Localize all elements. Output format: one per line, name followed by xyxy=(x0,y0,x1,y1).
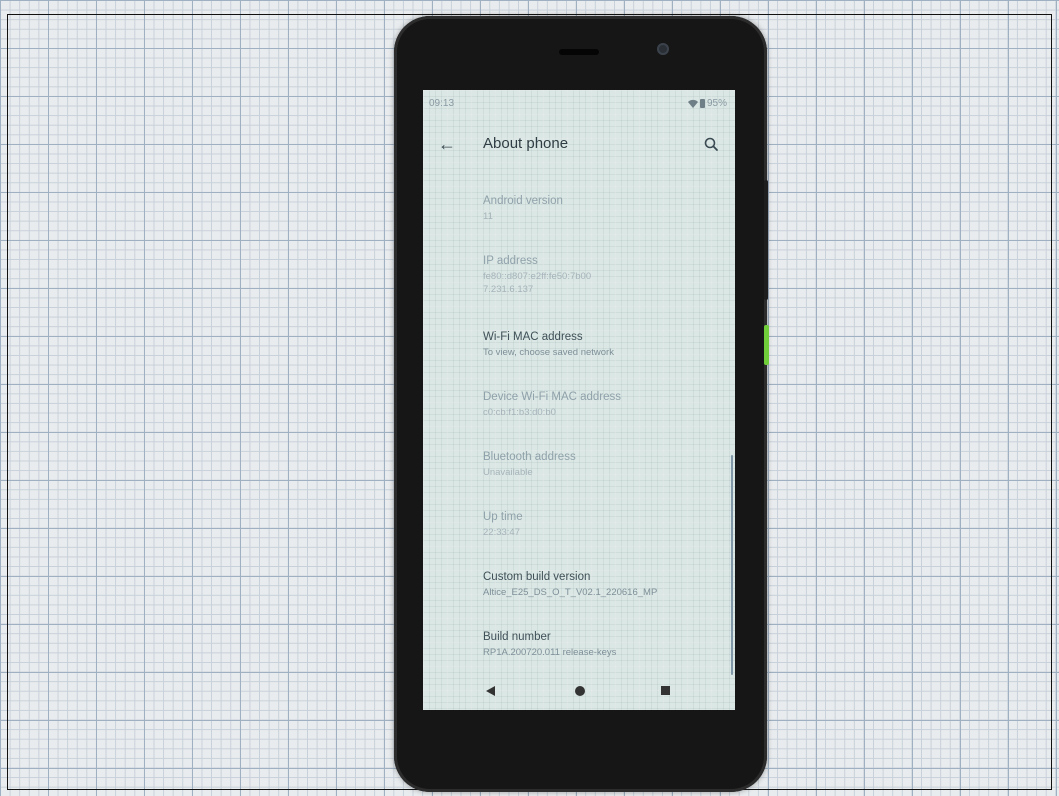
setting-title: Bluetooth address xyxy=(483,451,576,463)
power-button[interactable] xyxy=(764,180,768,300)
nav-home-icon[interactable] xyxy=(575,686,585,696)
phone-screen: 09:13 95% ← About phone Android version … xyxy=(423,90,735,710)
back-button[interactable]: ← xyxy=(435,132,459,156)
setting-title: Up time xyxy=(483,511,523,523)
search-button[interactable] xyxy=(699,132,723,156)
setting-summary-line2: 7.231.6.137 xyxy=(483,284,534,295)
setting-summary: RP1A.200720.011 release-keys xyxy=(483,647,617,658)
status-icons: 95% xyxy=(687,98,727,109)
nav-back-icon[interactable] xyxy=(486,686,495,696)
page-title: About phone xyxy=(483,135,569,152)
setting-summary: c0:cb:f1:b3:d0:b0 xyxy=(483,407,556,418)
setting-summary: Altice_E25_DS_O_T_V02.1_220616_MP xyxy=(483,587,658,598)
setting-android-version[interactable]: Android version 11 xyxy=(483,194,723,223)
setting-up-time[interactable]: Up time 22:33:47 xyxy=(483,510,723,539)
battery-icon xyxy=(699,99,705,108)
setting-title: Build number xyxy=(483,631,551,643)
navigation-bar xyxy=(423,678,735,706)
setting-bluetooth-address[interactable]: Bluetooth address Unavailable xyxy=(483,450,723,479)
status-bar: 09:13 95% xyxy=(423,98,735,112)
setting-title: Device Wi-Fi MAC address xyxy=(483,391,622,403)
setting-summary: Unavailable xyxy=(483,467,533,478)
side-key-green[interactable] xyxy=(764,325,769,365)
setting-summary: 11 xyxy=(483,211,493,222)
app-bar: ← About phone xyxy=(423,128,735,162)
arrow-left-icon: ← xyxy=(438,134,456,154)
setting-wifi-mac-address[interactable]: Wi-Fi MAC address To view, choose saved … xyxy=(483,330,723,359)
setting-title: Android version xyxy=(483,195,563,207)
setting-summary: fe80::d807:e2ff:fe50:7b00 xyxy=(483,271,592,282)
setting-title: Custom build version xyxy=(483,571,591,583)
setting-custom-build-version[interactable]: Custom build version Altice_E25_DS_O_T_V… xyxy=(483,570,723,599)
setting-build-number[interactable]: Build number RP1A.200720.011 release-key… xyxy=(483,630,723,659)
earpiece xyxy=(559,49,599,55)
setting-ip-address[interactable]: IP address fe80::d807:e2ff:fe50:7b00 7.2… xyxy=(483,254,723,296)
setting-summary: 22:33:47 xyxy=(483,527,520,538)
battery-level: 95% xyxy=(706,98,727,109)
scrollbar[interactable] xyxy=(731,455,733,675)
setting-title: Wi-Fi MAC address xyxy=(483,331,583,343)
nav-recents-icon[interactable] xyxy=(661,686,670,695)
front-camera xyxy=(657,43,669,55)
setting-title: IP address xyxy=(483,255,538,267)
setting-device-wifi-mac-address[interactable]: Device Wi-Fi MAC address c0:cb:f1:b3:d0:… xyxy=(483,390,723,419)
status-time: 09:13 xyxy=(429,98,455,109)
search-icon xyxy=(704,137,718,151)
setting-summary: To view, choose saved network xyxy=(483,347,614,358)
wifi-icon xyxy=(687,99,698,108)
